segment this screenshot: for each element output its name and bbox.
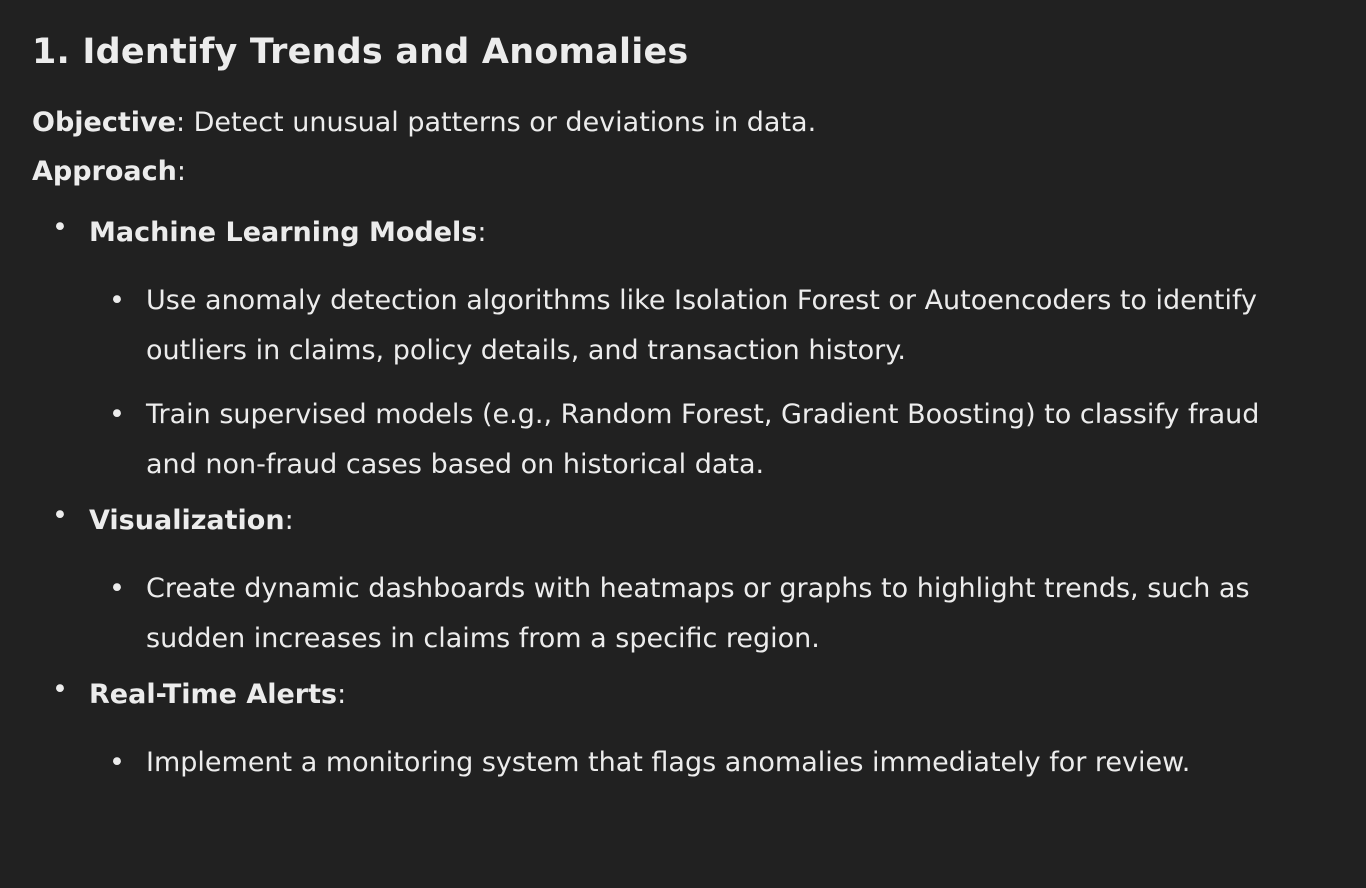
list-item-suffix: : (284, 505, 294, 536)
bullet-icon: • (109, 573, 125, 604)
sub-list-item-text: Create dynamic dashboards with heatmaps … (146, 573, 1250, 654)
list-item-title: Real-Time Alerts (89, 679, 338, 710)
bullet-icon: • (109, 285, 125, 316)
sub-list: • Use anomaly detection algorithms like … (89, 276, 1334, 490)
objective-label: Objective (32, 107, 176, 138)
list-item-real-time-alerts: • Real-Time Alerts: • Implement a monito… (32, 674, 1334, 788)
bullet-icon: • (109, 747, 125, 778)
bullet-icon: • (52, 212, 68, 243)
sub-list-item: • Train supervised models (e.g., Random … (89, 390, 1334, 490)
sub-list-item: • Create dynamic dashboards with heatmap… (89, 564, 1334, 664)
objective-text: : Detect unusual patterns or deviations … (175, 107, 817, 138)
approach-label: Approach (32, 156, 177, 187)
list-item-title: Machine Learning Models (89, 217, 478, 248)
sub-list: • Implement a monitoring system that fla… (89, 738, 1334, 788)
approach-line: Approach: (32, 147, 1334, 196)
list-item-ml-models: • Machine Learning Models: • Use anomaly… (32, 212, 1334, 490)
section-heading: 1. Identify Trends and Anomalies (32, 32, 689, 72)
approach-text: : (176, 156, 186, 187)
approach-list: • Machine Learning Models: • Use anomaly… (32, 212, 1334, 788)
list-item-title: Visualization (89, 505, 285, 536)
list-item-suffix: : (477, 217, 487, 248)
document-content: 1. Identify Trends and Anomalies Objecti… (0, 0, 1366, 888)
sub-list-item-text: Use anomaly detection algorithms like Is… (146, 285, 1257, 366)
list-item-visualization: • Visualization: • Create dynamic dashbo… (32, 500, 1334, 664)
sub-list-item-text: Train supervised models (e.g., Random Fo… (146, 399, 1260, 480)
sub-list-item-text: Implement a monitoring system that flags… (146, 747, 1191, 778)
bullet-icon: • (109, 399, 125, 430)
meta-block: Objective: Detect unusual patterns or de… (32, 98, 1334, 196)
sub-list-item: • Use anomaly detection algorithms like … (89, 276, 1334, 376)
bullet-icon: • (52, 674, 68, 705)
sub-list: • Create dynamic dashboards with heatmap… (89, 564, 1334, 664)
objective-line: Objective: Detect unusual patterns or de… (32, 98, 1334, 147)
bullet-icon: • (52, 500, 68, 531)
list-item-suffix: : (337, 679, 347, 710)
sub-list-item: • Implement a monitoring system that fla… (89, 738, 1334, 788)
